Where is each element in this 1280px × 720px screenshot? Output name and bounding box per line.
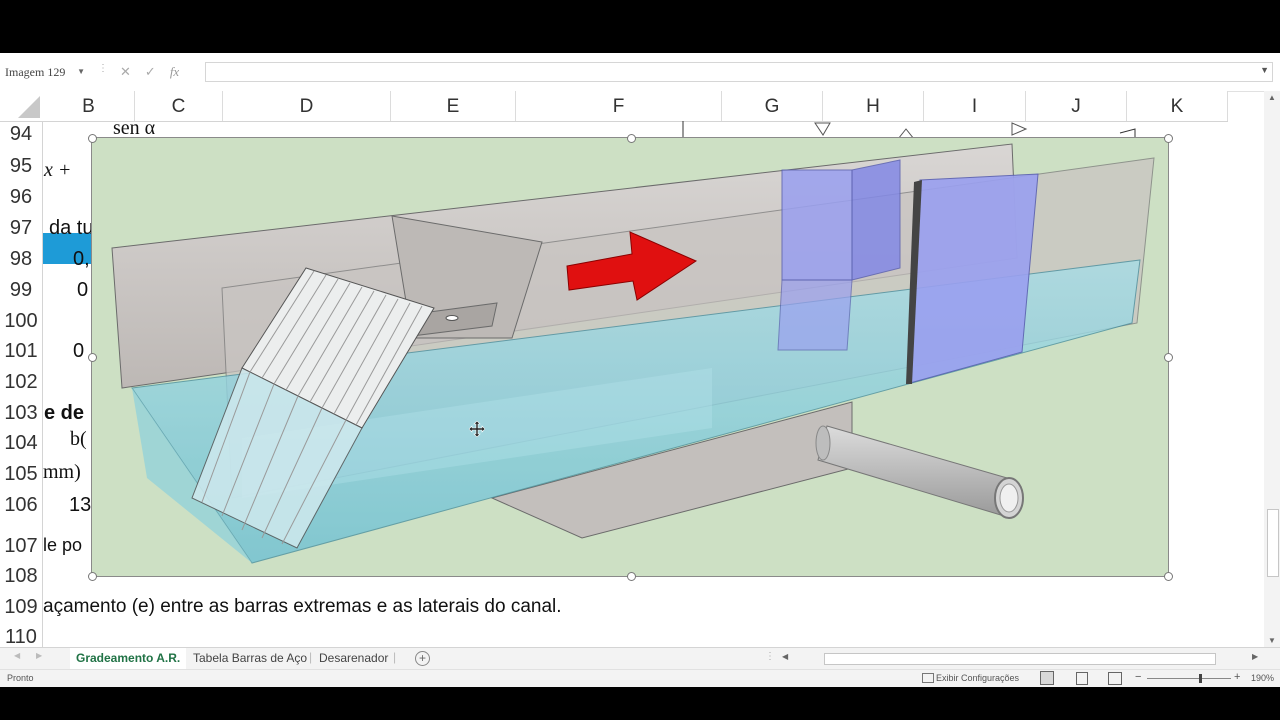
resize-handle-ne[interactable] — [1164, 134, 1173, 143]
row-header[interactable]: 105 — [0, 463, 42, 486]
horizontal-scroll-thumb[interactable] — [824, 653, 1216, 665]
column-headers: B C D E F G H I J K — [0, 91, 1228, 122]
scroll-up-icon[interactable]: ▲ — [1268, 93, 1276, 102]
row-header[interactable]: 97 — [0, 217, 42, 240]
grit-channel-illustration — [111, 143, 1155, 564]
separator-dots: ⋮ — [98, 63, 108, 74]
outlet-pipe — [815, 425, 1024, 519]
vertical-scrollbar[interactable]: ▲ ▼ — [1264, 91, 1280, 651]
cell-b105[interactable]: mm) — [43, 461, 81, 484]
excel-window: Imagem 129 ▼ ⋮ ✕ ✓ fx ▼ B C D E F G H I … — [0, 53, 1280, 687]
row-header[interactable]: 104 — [0, 432, 42, 455]
formula-bar: Imagem 129 ▼ ⋮ ✕ ✓ fx ▼ — [0, 53, 1280, 92]
zoom-slider-track[interactable] — [1147, 678, 1231, 679]
tab-scroll-left-icon[interactable]: ◀ — [14, 651, 20, 660]
row-header[interactable]: 103 — [0, 402, 42, 425]
page-layout-icon[interactable] — [1076, 672, 1088, 685]
formula-input[interactable]: ▼ — [205, 62, 1273, 82]
column-header-h[interactable]: H — [823, 91, 924, 121]
move-cursor-icon — [469, 421, 485, 437]
cell-b107[interactable]: le po — [43, 535, 82, 556]
row-header[interactable]: 94 — [0, 123, 42, 146]
cell-b98[interactable]: 0, — [73, 248, 90, 271]
column-header-i[interactable]: I — [924, 91, 1026, 121]
row-header[interactable]: 102 — [0, 371, 42, 394]
embedded-picture[interactable] — [88, 134, 1173, 581]
name-box[interactable]: Imagem 129 ▼ — [5, 62, 87, 82]
column-header-b[interactable]: B — [43, 91, 135, 121]
tab-scroll-right-icon[interactable]: ▶ — [36, 651, 42, 660]
row-header[interactable]: 95 — [0, 155, 42, 178]
cell-b97[interactable]: da tu — [49, 217, 93, 240]
cell-b95[interactable]: x + — [44, 159, 71, 182]
cancel-icon[interactable]: ✕ — [120, 62, 131, 82]
row-headers: 94 95 96 97 98 99 100 101 102 103 104 10… — [0, 121, 43, 651]
row-header[interactable]: 101 — [0, 340, 42, 363]
display-settings-icon[interactable] — [922, 673, 934, 683]
cell-b104[interactable]: b( — [70, 428, 87, 451]
column-header-g[interactable]: G — [722, 91, 823, 121]
row-header[interactable]: 108 — [0, 565, 42, 588]
row-header[interactable]: 99 — [0, 279, 42, 302]
sheet-tab-tabela-barras[interactable]: Tabela Barras de Aço — [193, 648, 307, 669]
vertical-scroll-thumb[interactable] — [1267, 509, 1279, 577]
row-header[interactable]: 100 — [0, 310, 42, 333]
zoom-out-button[interactable]: − — [1135, 671, 1141, 683]
resize-handle-nw[interactable] — [88, 134, 97, 143]
resize-handle-sw[interactable] — [88, 572, 97, 581]
column-header-j[interactable]: J — [1026, 91, 1127, 121]
column-header-d[interactable]: D — [223, 91, 391, 121]
resize-handle-n[interactable] — [627, 134, 636, 143]
status-bar: Pronto Exibir Configurações − + 190% — [0, 669, 1280, 687]
column-header-e[interactable]: E — [391, 91, 516, 121]
sheet-tab-gradeamento[interactable]: Gradeamento A.R. — [70, 648, 187, 671]
add-sheet-button[interactable]: + — [415, 651, 430, 666]
fx-icon[interactable]: fx — [170, 62, 179, 82]
hscroll-left-icon[interactable]: ◀ — [782, 652, 788, 661]
tab-divider: | — [309, 650, 313, 664]
page-break-icon[interactable] — [1108, 672, 1122, 685]
cell-b99[interactable]: 0 — [77, 279, 88, 302]
scroll-down-icon[interactable]: ▼ — [1268, 636, 1276, 645]
zoom-level[interactable]: 190% — [1251, 673, 1274, 683]
grid-view-icon[interactable] — [1040, 671, 1054, 685]
column-header-f[interactable]: F — [516, 91, 722, 121]
row-header[interactable]: 110 — [0, 626, 42, 649]
row-header[interactable]: 109 — [0, 596, 42, 619]
zoom-slider-thumb[interactable] — [1199, 674, 1202, 683]
row-header[interactable]: 106 — [0, 494, 42, 517]
resize-handle-w[interactable] — [88, 353, 97, 362]
sheet-tab-bar: ◀ ▶ Gradeamento A.R. Tabela Barras de Aç… — [0, 647, 1280, 671]
formula-icons: ✕ ✓ fx — [120, 62, 179, 82]
display-settings-button[interactable]: Exibir Configurações — [936, 673, 1019, 683]
horizontal-scrollbar[interactable]: ◀ ▶ — [780, 652, 1262, 665]
enter-icon[interactable]: ✓ — [145, 62, 156, 82]
tab-divider: | — [393, 650, 397, 664]
row-header[interactable]: 96 — [0, 186, 42, 209]
column-header-c[interactable]: C — [135, 91, 223, 121]
cell-b106[interactable]: 13 — [69, 494, 91, 517]
resize-handle-e[interactable] — [1164, 353, 1173, 362]
status-ready: Pronto — [7, 673, 34, 683]
resize-handle-se[interactable] — [1164, 572, 1173, 581]
hscroll-right-icon[interactable]: ▶ — [1252, 652, 1258, 661]
row-header[interactable]: 98 — [0, 248, 42, 271]
expand-formula-icon[interactable]: ▼ — [1260, 65, 1269, 75]
sheet-tab-desarenador[interactable]: Desarenador — [319, 648, 388, 669]
select-all-corner[interactable] — [0, 91, 43, 121]
resize-handle-s[interactable] — [627, 572, 636, 581]
cell-b109[interactable]: açamento (e) entre as barras extremas e … — [43, 596, 562, 618]
gate-2 — [906, 173, 1039, 384]
name-box-value: Imagem 129 — [5, 65, 66, 79]
cell-b103[interactable]: e de — [44, 402, 84, 425]
row-header[interactable]: 107 — [0, 535, 42, 558]
column-header-k[interactable]: K — [1127, 91, 1228, 121]
cell-b101[interactable]: 0 — [73, 340, 84, 363]
chevron-down-icon[interactable]: ▼ — [77, 62, 85, 82]
zoom-in-button[interactable]: + — [1234, 671, 1240, 683]
splitter-dots[interactable]: ⋮ — [765, 651, 775, 662]
